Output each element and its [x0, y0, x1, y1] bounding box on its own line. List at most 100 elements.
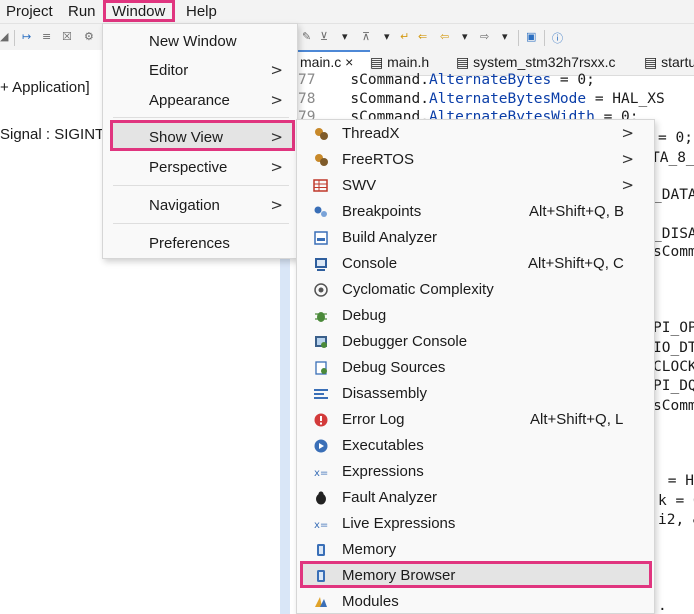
menu-item-expressions[interactable]: x= Expressions	[297, 460, 654, 486]
menu-item-swv[interactable]: SWV >	[297, 174, 654, 200]
menu-item-debug-sources[interactable]: Debug Sources	[297, 356, 654, 382]
toolbar-arrow-icon[interactable]: ◢	[0, 30, 8, 43]
shortcut-text: Alt+Shift+Q, B	[529, 203, 625, 220]
menu-item-disassembly[interactable]: Disassembly	[297, 382, 654, 408]
menu-item-preferences[interactable]: Preferences	[103, 229, 297, 259]
menu-item-fault-analyzer[interactable]: Fault Analyzer	[297, 486, 654, 512]
dropdown-icon[interactable]: ▾	[342, 30, 348, 43]
menu-item-modules[interactable]: Modules	[297, 590, 654, 614]
submenu-arrow-icon: >	[270, 128, 283, 146]
code-fragment: _DATA	[653, 187, 694, 203]
menu-separator	[113, 223, 289, 224]
code-text: = 0;	[551, 72, 595, 88]
toolbar-gear-icon[interactable]: ⚙	[84, 30, 94, 43]
error-log-icon	[313, 412, 329, 428]
menu-run[interactable]: Run	[68, 2, 96, 22]
menu-item-label: SWV	[342, 177, 377, 194]
menu-item-console[interactable]: Console Alt+Shift+Q, C	[297, 252, 654, 278]
svg-text:x=: x=	[314, 520, 328, 531]
menu-item-label: Show View	[149, 129, 223, 146]
tab-label: main.h	[387, 54, 430, 70]
menu-item-label: FreeRTOS	[342, 151, 414, 168]
breakpoints-icon	[313, 204, 329, 220]
menu-separator	[113, 117, 289, 118]
menu-item-label: Memory Browser	[342, 567, 456, 584]
tab-label: startu	[661, 54, 694, 70]
live-expressions-icon: x=	[313, 516, 329, 532]
dropdown-icon[interactable]: ▾	[384, 30, 390, 43]
menu-item-live-expressions[interactable]: x= Live Expressions	[297, 512, 654, 538]
close-icon[interactable]: ×	[345, 54, 353, 70]
outline-icon[interactable]: ≡	[42, 30, 51, 43]
menu-item-appearance[interactable]: Appearance >	[103, 86, 297, 116]
menu-item-perspective[interactable]: Perspective >	[103, 153, 297, 183]
menu-item-debugger-console[interactable]: Debugger Console	[297, 330, 654, 356]
edit-icon[interactable]: ✎	[302, 30, 311, 43]
menu-item-memory[interactable]: Memory	[297, 538, 654, 564]
code-text: sCommand.	[315, 91, 429, 107]
code-line: 78 sCommand.AlternateBytesMode = HAL_XS	[298, 91, 665, 107]
menu-item-editor[interactable]: Editor >	[103, 56, 297, 86]
submenu-arrow-icon: >	[621, 150, 634, 168]
forward-icon[interactable]: ⇨	[480, 30, 489, 43]
code-text: = HAL_XS	[586, 91, 665, 107]
cyclomatic-complexity-icon	[313, 282, 329, 298]
window-menu: New Window Editor > Appearance > Show Vi…	[102, 23, 298, 259]
annotation-next-icon[interactable]: ⊻	[320, 30, 328, 43]
menu-item-label: Breakpoints	[342, 203, 422, 220]
menu-item-debug[interactable]: Debug	[297, 304, 654, 330]
menu-item-breakpoints[interactable]: Breakpoints Alt+Shift+Q, B	[297, 200, 654, 226]
menu-project[interactable]: Project	[6, 2, 53, 22]
menu-item-cyclomatic-complexity[interactable]: Cyclomatic Complexity	[297, 278, 654, 304]
freertos-icon	[313, 152, 329, 168]
pin-editor-icon[interactable]: ▣	[526, 30, 536, 43]
menu-item-label: Live Expressions	[342, 515, 456, 532]
code-fragment: sComm	[653, 398, 694, 414]
last-edit-icon[interactable]: ↵	[400, 30, 409, 43]
code-fragment: = 0;	[658, 130, 693, 146]
menu-item-error-log[interactable]: Error Log Alt+Shift+Q, L	[297, 408, 654, 434]
menu-item-new-window[interactable]: New Window	[103, 27, 297, 57]
dropdown-icon[interactable]: ▾	[502, 30, 508, 43]
submenu-arrow-icon: >	[270, 91, 283, 109]
swv-icon	[313, 178, 329, 194]
menu-item-label: Expressions	[342, 463, 424, 480]
toolbar-separator	[518, 30, 519, 46]
menu-item-memory-browser[interactable]: Memory Browser	[297, 564, 654, 590]
launch-configuration-text: + Application]	[0, 79, 90, 96]
menu-item-executables[interactable]: Executables	[297, 434, 654, 460]
tasks-icon[interactable]: ☒	[62, 30, 72, 43]
code-fragment: CLOCK	[653, 359, 694, 375]
menu-item-label: New Window	[149, 33, 237, 50]
code-text: sCommand.	[315, 72, 429, 88]
c-file-icon: ▤	[456, 54, 470, 70]
dropdown-icon[interactable]: ▾	[462, 30, 468, 43]
tab-system-stm32h7rsxx-c[interactable]: ▤ system_stm32h7rsxx.c	[456, 54, 616, 71]
menu-item-label: Preferences	[149, 235, 230, 252]
submenu-arrow-icon: >	[621, 124, 634, 142]
window-menu-highlight	[103, 0, 175, 22]
tab-label: system_stm32h7rsxx.c	[473, 54, 616, 70]
step-icon[interactable]: ↦	[22, 30, 31, 43]
menu-help[interactable]: Help	[186, 2, 217, 22]
signal-text: Signal : SIGINT:Ir	[0, 126, 116, 143]
menu-item-navigation[interactable]: Navigation >	[103, 191, 297, 221]
tab-main-c[interactable]: main.c ×	[300, 54, 353, 70]
code-fragment: _DISA	[653, 226, 694, 242]
annotation-prev-icon[interactable]: ⊼	[362, 30, 370, 43]
shortcut-text: Alt+Shift+Q, L	[530, 411, 624, 428]
menu-item-freertos[interactable]: FreeRTOS >	[297, 148, 654, 174]
info-icon[interactable]: ⓘ	[552, 30, 563, 46]
line-number: 78	[298, 91, 316, 107]
menu-item-show-view[interactable]: Show View >	[103, 123, 297, 153]
back-history-icon[interactable]: ⇐	[418, 30, 427, 43]
code-field: AlternateBytes	[428, 72, 552, 88]
tab-startup[interactable]: ▤ startu	[644, 54, 694, 71]
memory-browser-icon	[313, 568, 329, 584]
menu-item-label: Fault Analyzer	[342, 489, 438, 506]
menu-item-build-analyzer[interactable]: Build Analyzer	[297, 226, 654, 252]
back-icon[interactable]: ⇦	[440, 30, 449, 43]
menu-item-threadx[interactable]: ThreadX >	[297, 122, 654, 148]
tab-main-h[interactable]: ▤ main.h	[370, 54, 429, 71]
menu-item-label: Console	[342, 255, 398, 272]
